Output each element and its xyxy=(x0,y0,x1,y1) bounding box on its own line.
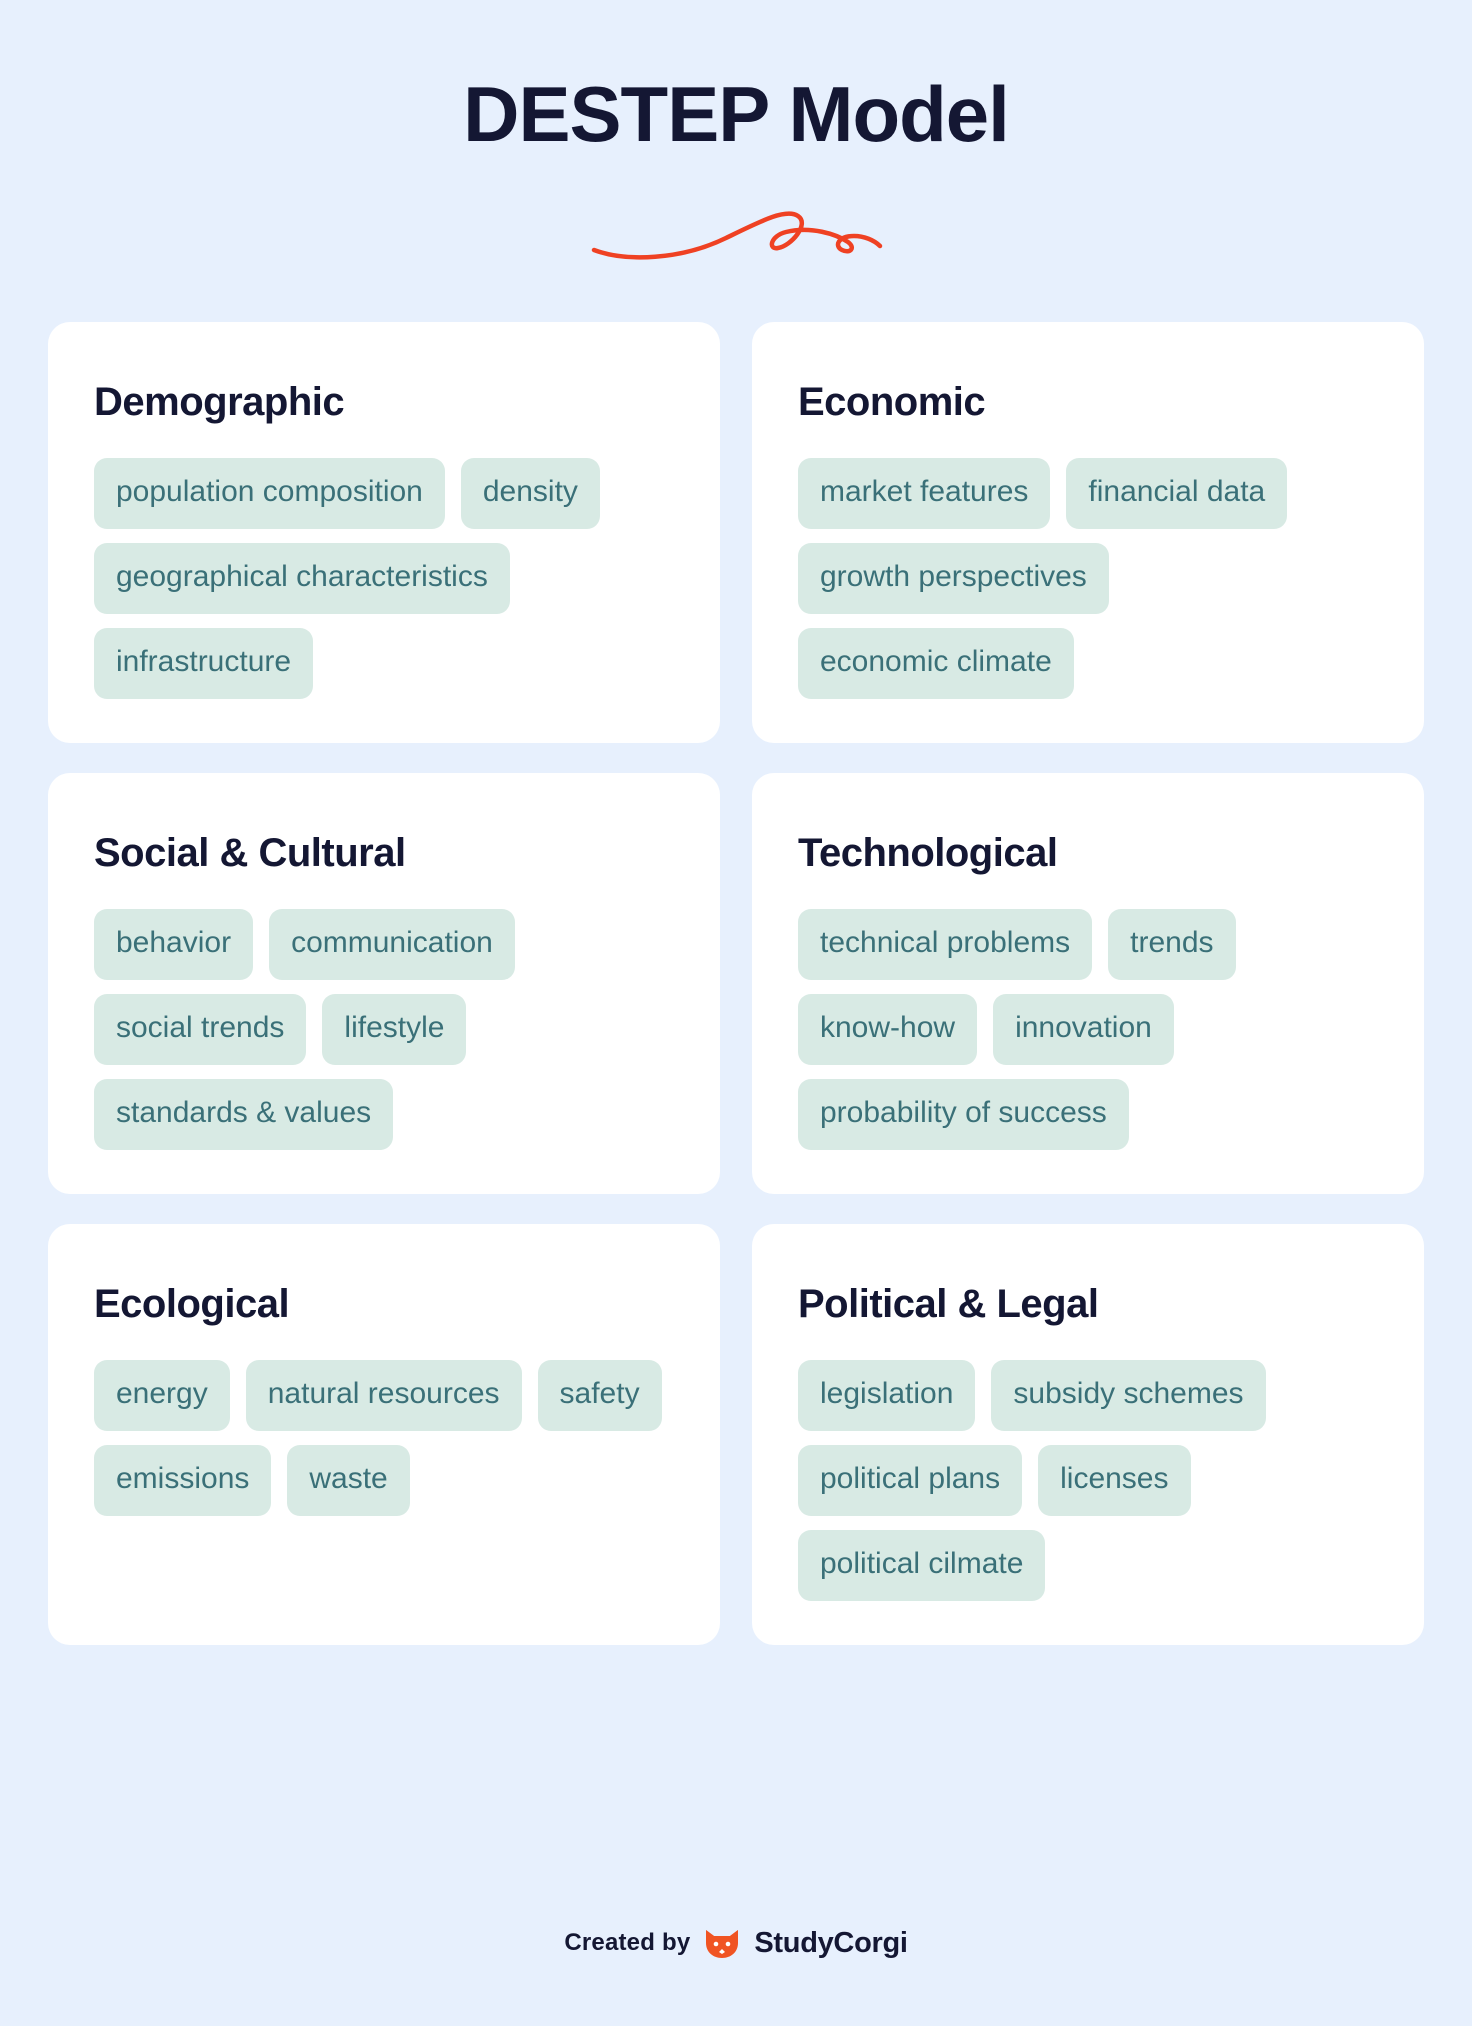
destep-card-grid: Demographic population composition densi… xyxy=(48,321,1424,1645)
page-title: DESTEP Model xyxy=(463,70,1010,158)
tag-item[interactable]: communication xyxy=(269,908,515,980)
tag-item[interactable]: population composition xyxy=(94,457,445,529)
card-social-cultural: Social & Cultural behavior communication… xyxy=(48,772,720,1194)
tag-item[interactable]: social trends xyxy=(94,993,307,1065)
tag-item[interactable]: energy xyxy=(94,1359,230,1431)
card-title: Demographic xyxy=(94,379,345,424)
tag-item[interactable]: density xyxy=(460,457,600,529)
tag-item[interactable]: trends xyxy=(1108,908,1236,980)
tag-item[interactable]: infrastructure xyxy=(94,627,314,699)
tag-item[interactable]: economic climate xyxy=(798,627,1074,699)
tag-item[interactable]: technical problems xyxy=(798,908,1093,980)
tag-item[interactable]: market features xyxy=(798,457,1051,529)
card-title: Economic xyxy=(798,379,986,424)
footer-brand-name: StudyCorgi xyxy=(754,1926,908,1959)
footer-attribution: Created by StudyCorgi xyxy=(48,1886,1424,1960)
tag-item[interactable]: standards & values xyxy=(94,1078,394,1150)
tag-item[interactable]: subsidy schemes xyxy=(991,1359,1266,1431)
card-title: Technological xyxy=(798,830,1058,875)
tag-item[interactable]: emissions xyxy=(94,1444,272,1516)
tag-item[interactable]: political cilmate xyxy=(798,1529,1046,1601)
tag-item[interactable]: innovation xyxy=(993,993,1174,1065)
card-ecological: Ecological energy natural resources safe… xyxy=(48,1223,720,1645)
card-title: Political & Legal xyxy=(798,1281,1099,1326)
tag-list: population composition density geographi… xyxy=(94,457,674,699)
corgi-logo-icon xyxy=(706,1930,739,1958)
tag-item[interactable]: licenses xyxy=(1038,1444,1191,1516)
tag-item[interactable]: probability of success xyxy=(798,1078,1129,1150)
infographic-page: DESTEP Model Demographic population comp… xyxy=(0,0,1472,2026)
tag-item[interactable]: know-how xyxy=(798,993,978,1065)
tag-list: market features financial data growth pe… xyxy=(798,457,1378,699)
tag-item[interactable]: political plans xyxy=(798,1444,1023,1516)
tag-item[interactable]: geographical characteristics xyxy=(94,542,510,614)
card-economic: Economic market features financial data … xyxy=(752,321,1424,743)
card-political-legal: Political & Legal legislation subsidy sc… xyxy=(752,1223,1424,1645)
tag-list: behavior communication social trends lif… xyxy=(94,908,674,1150)
footer-created-by-label: Created by xyxy=(564,1929,691,1956)
tag-list: energy natural resources safety emission… xyxy=(94,1359,674,1516)
tag-item[interactable]: natural resources xyxy=(245,1359,522,1431)
tag-item[interactable]: safety xyxy=(537,1359,662,1431)
tag-item[interactable]: waste xyxy=(287,1444,410,1516)
tag-item[interactable]: legislation xyxy=(798,1359,976,1431)
squiggle-flourish-icon xyxy=(591,211,883,260)
card-title: Social & Cultural xyxy=(94,830,406,875)
tag-list: legislation subsidy schemes political pl… xyxy=(798,1359,1378,1601)
card-technological: Technological technical problems trends … xyxy=(752,772,1424,1194)
tag-item[interactable]: growth perspectives xyxy=(798,542,1109,614)
card-title: Ecological xyxy=(94,1281,290,1326)
tag-item[interactable]: behavior xyxy=(94,908,254,980)
tag-list: technical problems trends know-how innov… xyxy=(798,908,1378,1150)
decorative-divider xyxy=(48,188,1424,278)
card-demographic: Demographic population composition densi… xyxy=(48,321,720,743)
tag-item[interactable]: financial data xyxy=(1066,457,1288,529)
tag-item[interactable]: lifestyle xyxy=(322,993,467,1065)
